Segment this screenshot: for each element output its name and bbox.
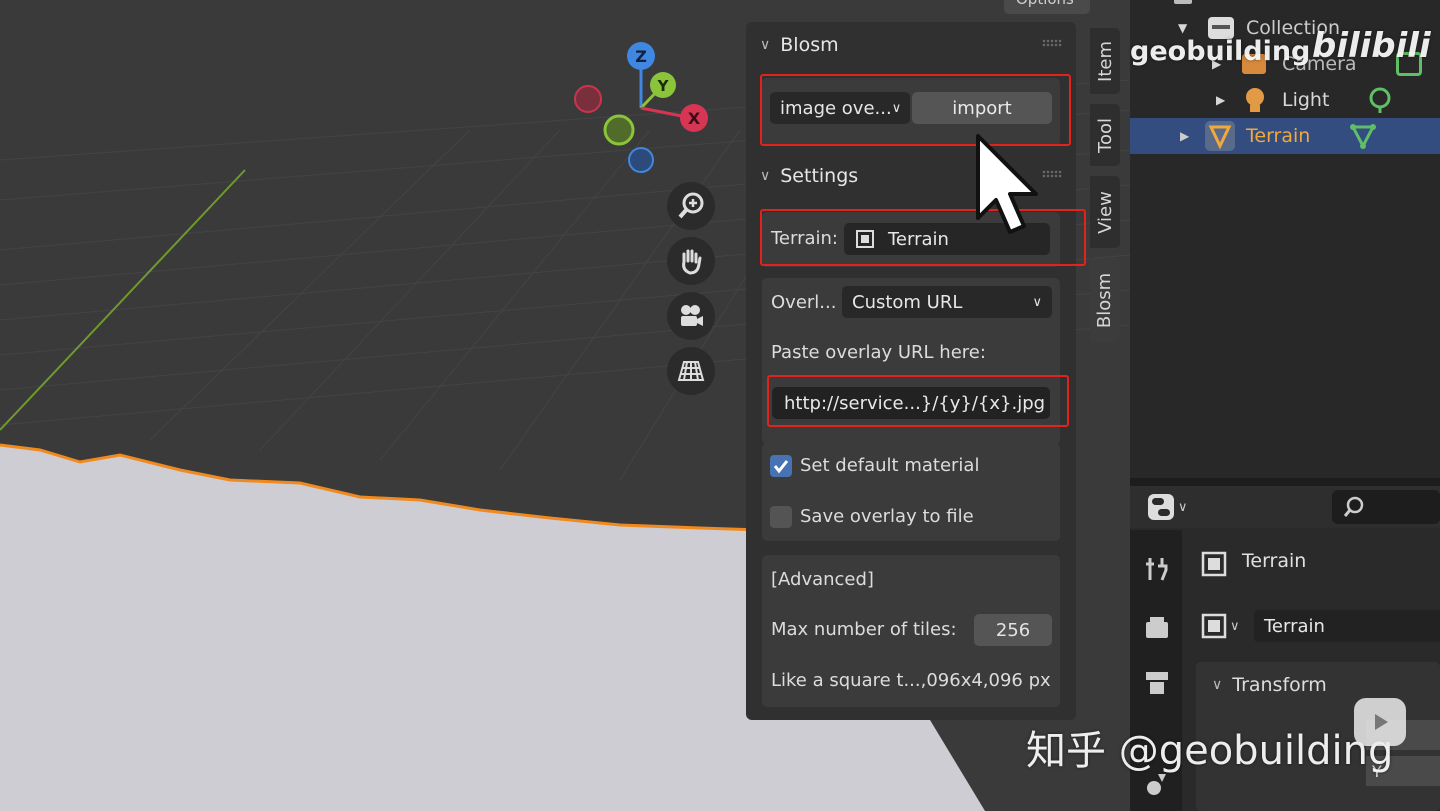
outliner-label-terrain: Terrain: [1246, 125, 1311, 147]
tab-view[interactable]: View: [1090, 176, 1120, 248]
gizmo-z-label: Z: [635, 47, 647, 66]
tab-blosm[interactable]: Blosm: [1090, 258, 1120, 342]
expand-arrow-icon: ▼: [1178, 21, 1188, 35]
options-dropdown[interactable]: Options: [1004, 0, 1090, 14]
save-overlay-label: Save overlay to file: [800, 506, 974, 527]
outliner-label-light: Light: [1282, 89, 1330, 111]
channel-watermark: geobuilding: [1130, 36, 1311, 67]
render-icon[interactable]: [1144, 614, 1170, 640]
outliner-row-light[interactable]: ▶ Light: [1130, 82, 1440, 118]
terrain-mesh[interactable]: [0, 445, 760, 811]
max-tiles-label: Max number of tiles:: [771, 619, 957, 640]
set-default-material-checkbox[interactable]: [770, 455, 792, 477]
tab-item[interactable]: Item: [1090, 28, 1120, 94]
object-name-field[interactable]: Terrain: [1254, 610, 1440, 642]
light-icon: [1246, 88, 1264, 112]
tool-settings-icon[interactable]: [1144, 554, 1170, 584]
set-default-material-label: Set default material: [800, 455, 980, 476]
object-browse-dropdown[interactable]: ∨: [1200, 610, 1252, 642]
outliner-panel: ▼ Collection ▶ Camera ▶ Light ▶ Terrain: [1130, 0, 1440, 478]
zoom-icon[interactable]: [667, 182, 715, 230]
grid-ortho-icon[interactable]: [667, 347, 715, 395]
mouse-cursor-icon: [976, 134, 1038, 234]
bilibili-logo: bilibili: [1312, 26, 1431, 66]
transform-title: Transform: [1232, 674, 1327, 696]
overlay-type-dropdown[interactable]: Custom URL ∨: [842, 286, 1052, 318]
blosm-panel-title: Blosm: [780, 34, 839, 56]
highlight-box-url: [767, 375, 1069, 427]
zhihu-watermark: 知乎 @geobuilding: [1026, 728, 1394, 774]
outliner-row-terrain[interactable]: ▶ Terrain: [1130, 118, 1440, 154]
properties-search-input[interactable]: [1332, 490, 1440, 524]
advanced-label: [Advanced]: [771, 569, 874, 590]
light-data-icon[interactable]: [1366, 86, 1394, 114]
chevron-down-icon: ∨: [1032, 294, 1042, 310]
tab-blosm-label: Blosm: [1094, 272, 1116, 328]
output-icon[interactable]: [1144, 670, 1170, 696]
blosm-panel-header[interactable]: ∨ Blosm: [760, 30, 839, 60]
object-icon: [1201, 613, 1227, 639]
chevron-down-icon: ∨: [1178, 499, 1188, 515]
chevron-down-icon: ∨: [760, 168, 771, 184]
tiles-info-text: Like a square t...,096x4,096 px: [771, 670, 1051, 691]
checkmark-icon: [773, 460, 789, 474]
mesh-icon: [1205, 121, 1235, 151]
overlay-label: Overl...: [771, 292, 837, 313]
tab-view-label: View: [1094, 190, 1116, 234]
expand-arrow-icon: ▶: [1180, 129, 1190, 143]
tab-tool[interactable]: Tool: [1090, 104, 1120, 166]
save-overlay-checkbox[interactable]: [770, 506, 792, 528]
gizmo-x-label: X: [688, 109, 701, 128]
overlay-type-value: Custom URL: [852, 291, 963, 313]
y-axis-line: [0, 169, 246, 431]
properties-editor-icon: [1148, 494, 1174, 520]
chevron-down-icon: ∨: [1212, 677, 1223, 693]
camera-icon[interactable]: [667, 292, 715, 340]
tab-item-label: Item: [1094, 40, 1116, 82]
search-icon: [1343, 496, 1364, 517]
object-name: Terrain: [1242, 550, 1307, 572]
play-logo-icon: [1354, 698, 1406, 746]
hand-pan-icon[interactable]: [667, 237, 715, 285]
settings-panel-title: Settings: [780, 165, 859, 187]
gizmo-y-label: Y: [657, 77, 670, 95]
paste-url-label: Paste overlay URL here:: [771, 342, 986, 363]
chevron-down-icon: ∨: [1230, 618, 1240, 634]
object-icon: [1201, 551, 1227, 577]
settings-panel-header[interactable]: ∨ Settings: [760, 161, 858, 191]
max-tiles-input[interactable]: 256: [974, 614, 1052, 646]
scene-collection-icon: [1174, 0, 1192, 4]
expand-arrow-icon: ▶: [1216, 93, 1226, 107]
chevron-down-icon: ∨: [760, 37, 771, 53]
tab-tool-label: Tool: [1094, 117, 1116, 153]
transform-panel-header[interactable]: ∨ Transform: [1212, 674, 1327, 696]
blosm-sidebar-panel: ∨ Blosm image ove... ∨ import ∨ Settings…: [746, 22, 1086, 720]
drag-grip-icon[interactable]: [1042, 39, 1062, 47]
editor-type-dropdown[interactable]: ∨: [1148, 492, 1200, 522]
mesh-data-icon[interactable]: [1348, 121, 1378, 151]
